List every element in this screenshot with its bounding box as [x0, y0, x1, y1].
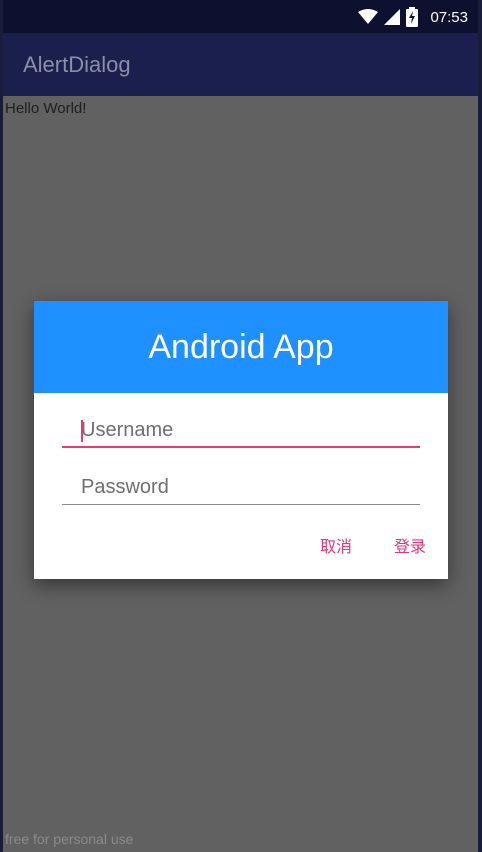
status-bar: 07:53	[3, 0, 478, 33]
alert-dialog: Android App 取消 登录	[34, 301, 448, 579]
username-field-container	[62, 412, 420, 452]
cancel-button[interactable]: 取消	[320, 533, 352, 557]
wifi-icon	[358, 9, 379, 24]
app-bar: AlertDialog	[3, 33, 478, 96]
battery-charging-icon	[406, 7, 419, 27]
watermark-text: free for personal use	[5, 831, 134, 847]
password-underline	[62, 504, 420, 505]
password-field-container	[62, 469, 420, 509]
dialog-title: Android App	[148, 328, 334, 366]
cell-signal-icon	[384, 9, 401, 25]
dialog-header: Android App	[34, 301, 448, 393]
username-underline	[62, 446, 420, 448]
window-frame-right	[478, 0, 482, 852]
text-cursor	[81, 420, 83, 442]
login-button[interactable]: 登录	[394, 533, 426, 557]
status-icons: 07:53	[358, 7, 468, 27]
app-title: AlertDialog	[23, 52, 131, 77]
password-input[interactable]	[62, 469, 420, 505]
dialog-actions: 取消 登录	[320, 533, 426, 557]
hello-text: Hello World!	[5, 100, 87, 117]
status-time: 07:53	[430, 8, 468, 26]
screen: 07:53 AlertDialog Hello World! free for …	[0, 0, 482, 852]
username-input[interactable]	[62, 412, 420, 448]
